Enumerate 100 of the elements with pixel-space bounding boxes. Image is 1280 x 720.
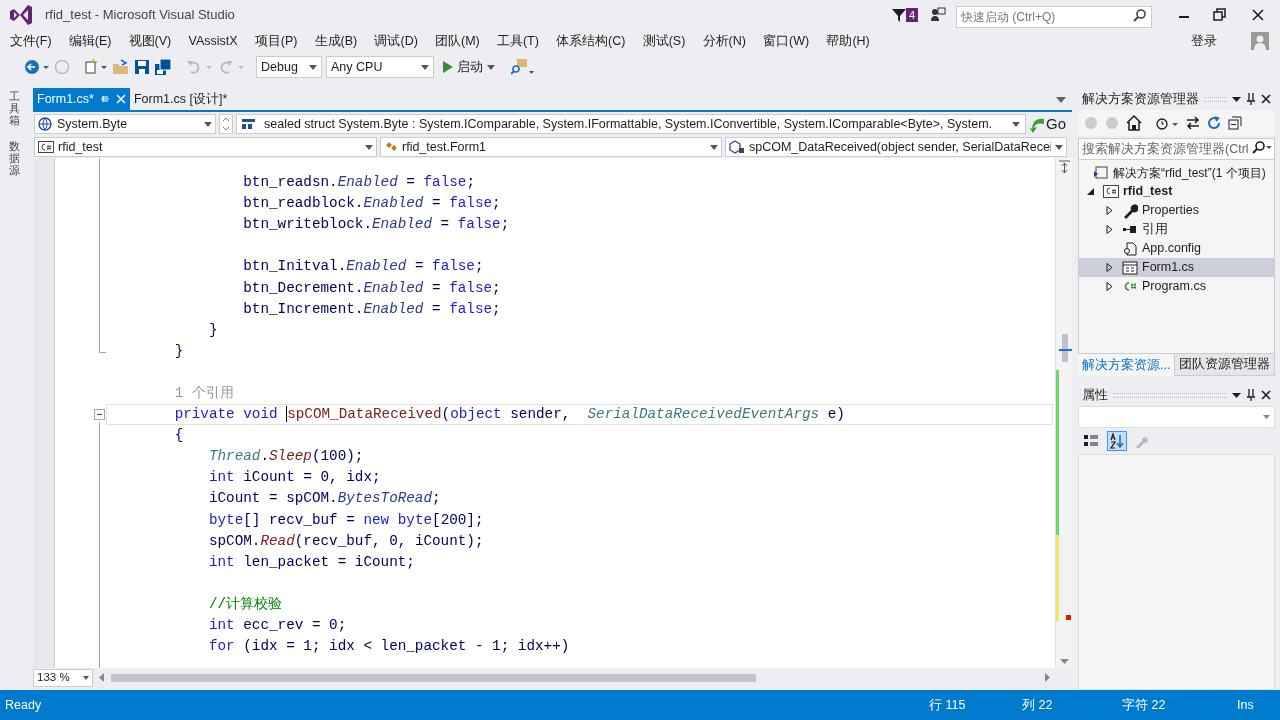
scroll-left-icon[interactable]	[99, 673, 104, 682]
code-line: btn_readblock.Enabled = false;	[242, 194, 501, 214]
save-all-icon[interactable]	[154, 59, 172, 75]
error-marker	[1066, 615, 1071, 620]
filter-icon[interactable]	[891, 8, 906, 22]
categorized-icon[interactable]	[1083, 433, 1099, 449]
type-dropdown[interactable]: System.Byte	[34, 114, 216, 134]
home-icon[interactable]	[1126, 115, 1142, 131]
tree-item[interactable]: rfid_test	[1079, 182, 1274, 201]
dropdown-arrow-icon[interactable]	[1232, 96, 1241, 102]
history-icon[interactable]	[1155, 115, 1179, 131]
tree-item[interactable]: Form1.cs	[1079, 258, 1274, 277]
pin-icon[interactable]	[1246, 389, 1256, 401]
collapsed-arrow-icon[interactable]	[1106, 282, 1114, 291]
feedback-icon[interactable]	[930, 7, 946, 23]
expanded-arrow-icon[interactable]	[1087, 187, 1095, 196]
code-line: iCount = spCOM.BytesToRead;	[207, 489, 441, 509]
class-icon	[384, 141, 398, 153]
menu-item[interactable]: 生成(B)	[306, 31, 366, 51]
code-line: btn_readsn.Enabled = false;	[242, 173, 475, 193]
tree-item[interactable]: Properties	[1079, 201, 1274, 220]
close-icon[interactable]	[1261, 94, 1271, 104]
tree-item[interactable]: App.config	[1079, 239, 1274, 258]
member-info-dropdown[interactable]: sealed struct System.Byte : System.IComparable, System.IFormattable, System.IConvertible, System.IComparable<Byte>, System.	[236, 114, 1026, 134]
play-icon	[442, 61, 453, 73]
menu-item[interactable]: 测试(S)	[634, 31, 694, 51]
alphabetical-icon[interactable]	[1107, 431, 1127, 451]
method-icon	[729, 140, 745, 154]
search-field[interactable]: 搜索解决方案资源管理器(Ctrl	[1078, 138, 1275, 160]
find-icon[interactable]	[511, 58, 535, 76]
class-dropdown[interactable]: rfid_test.Form1	[380, 137, 722, 157]
menu-item[interactable]: 体系结构(C)	[547, 31, 635, 51]
code-line: private void spCOM_DataReceived(object sender, SerialDataReceivedEventArgs e)	[173, 405, 845, 425]
pin-icon[interactable]	[1246, 93, 1256, 105]
wrench-icon	[1122, 202, 1138, 219]
scroll-down-icon[interactable]	[1060, 659, 1069, 664]
close-icon[interactable]	[1261, 390, 1271, 400]
platform-dropdown[interactable]: Any CPU	[326, 56, 434, 78]
open-file-icon[interactable]	[112, 59, 130, 75]
sync-icon[interactable]	[1186, 116, 1200, 130]
collapsed-arrow-icon[interactable]	[1106, 225, 1114, 234]
menu-item[interactable]: VAssistX	[179, 31, 247, 51]
tab-list-arrow-icon[interactable]	[1056, 97, 1066, 103]
new-project-icon[interactable]	[84, 59, 108, 75]
tree-item[interactable]: 引用	[1079, 220, 1274, 239]
document-tab[interactable]: Form1.cs [设计]*	[129, 88, 232, 110]
collapse-toggle-icon[interactable]	[94, 409, 105, 420]
code-line: for (idx = 1; idx < len_packet - 1; idx++)	[207, 637, 570, 657]
dropdown-arrow-icon	[421, 64, 429, 70]
start-button[interactable]: 启动	[438, 56, 499, 78]
side-tab[interactable]: 工具箱	[8, 90, 20, 127]
panel-tab[interactable]: 解决方案资源...	[1078, 354, 1175, 376]
tree-item[interactable]: Program.cs	[1079, 277, 1274, 296]
code-line: btn_Increment.Enabled = false;	[242, 299, 501, 319]
menu-item[interactable]: 视图(V)	[120, 31, 180, 51]
quick-launch-field[interactable]: 快速启动 (Ctrl+Q)	[956, 6, 1152, 28]
project-dropdown[interactable]: rfid_test	[34, 137, 377, 157]
window-title: rfid_test - Microsoft Visual Studio	[45, 6, 235, 25]
code-line: }	[173, 341, 184, 361]
form-icon	[1122, 259, 1138, 276]
search-icon[interactable]	[1252, 140, 1272, 154]
scroll-thumb[interactable]	[1062, 334, 1068, 362]
configuration-dropdown[interactable]: Debug	[256, 56, 322, 78]
zoom-dropdown[interactable]: 133 %	[33, 669, 93, 687]
tree-item[interactable]: 解决方案“rfid_test”(1 个项目)	[1079, 163, 1274, 182]
dropdown-arrow-icon	[1055, 144, 1063, 150]
dropdown-arrow-icon[interactable]	[1232, 392, 1241, 398]
code-line: {	[173, 426, 184, 446]
collapsed-arrow-icon[interactable]	[1106, 263, 1114, 272]
menu-item[interactable]: 团队(M)	[426, 31, 489, 51]
status-message: Ready	[5, 696, 43, 714]
menu-item[interactable]: 编辑(E)	[60, 31, 120, 51]
panel-tab[interactable]: 团队资源管理器	[1174, 354, 1276, 376]
back-icon[interactable]	[24, 59, 50, 75]
side-tab[interactable]: 数据源	[8, 140, 20, 177]
sign-in-link[interactable]: 登录	[1191, 31, 1217, 51]
scroll-right-icon[interactable]	[1045, 673, 1050, 682]
search-icon[interactable]	[1133, 8, 1147, 22]
menu-item[interactable]: 文件(F)	[1, 31, 61, 51]
member-dropdown[interactable]: spCOM_DataReceived(object sender, SerialDataRecei	[725, 137, 1067, 157]
scroll-thumb[interactable]	[111, 674, 756, 682]
menu-item[interactable]: 项目(P)	[246, 31, 306, 51]
insert-mode-indicator: Ins	[1237, 696, 1255, 714]
save-icon[interactable]	[134, 59, 150, 75]
go-button[interactable]: Go	[1029, 113, 1066, 135]
menu-item[interactable]: 工具(T)	[488, 31, 548, 51]
spinner-icon[interactable]	[219, 114, 233, 134]
panel-title: 解决方案资源管理器	[1082, 90, 1199, 108]
dropdown-arrow-icon	[83, 676, 89, 680]
app-logo-icon	[9, 4, 33, 26]
menu-item[interactable]: 帮助(H)	[817, 31, 879, 51]
notification-badge[interactable]: 4	[905, 8, 918, 22]
collapse-all-icon[interactable]	[1228, 116, 1242, 130]
vertical-scrollbar[interactable]	[1055, 158, 1072, 668]
split-icon[interactable]	[1059, 160, 1070, 174]
menu-item[interactable]: 窗口(W)	[754, 31, 818, 51]
menu-item[interactable]: 调试(D)	[365, 31, 427, 51]
collapsed-arrow-icon[interactable]	[1106, 206, 1114, 215]
menu-item[interactable]: 分析(N)	[693, 31, 755, 51]
refresh-icon[interactable]	[1207, 116, 1221, 130]
